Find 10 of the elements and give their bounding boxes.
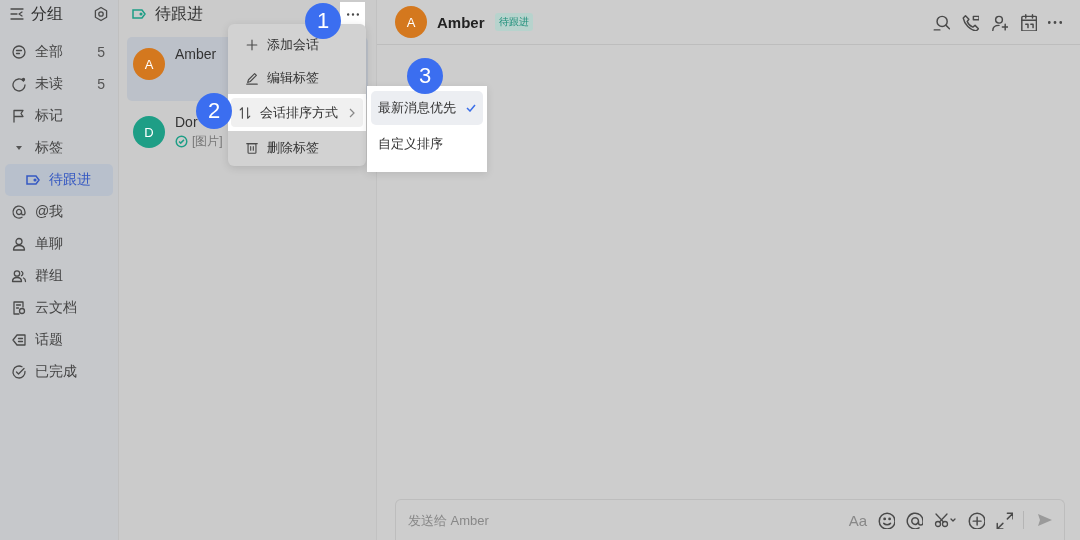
contact-name: Dor [175,114,199,130]
avatar: A [395,6,427,38]
contact-name: Amber [175,46,217,62]
message-preview: [图片] [192,133,223,150]
sidebar-title: 分组 [31,3,64,24]
avatar: A [133,48,165,80]
chat-title: Amber [437,13,485,31]
avatar: D [133,116,165,148]
list-title: 待跟进 [155,3,203,24]
tag-label: 待跟进 [494,13,533,31]
